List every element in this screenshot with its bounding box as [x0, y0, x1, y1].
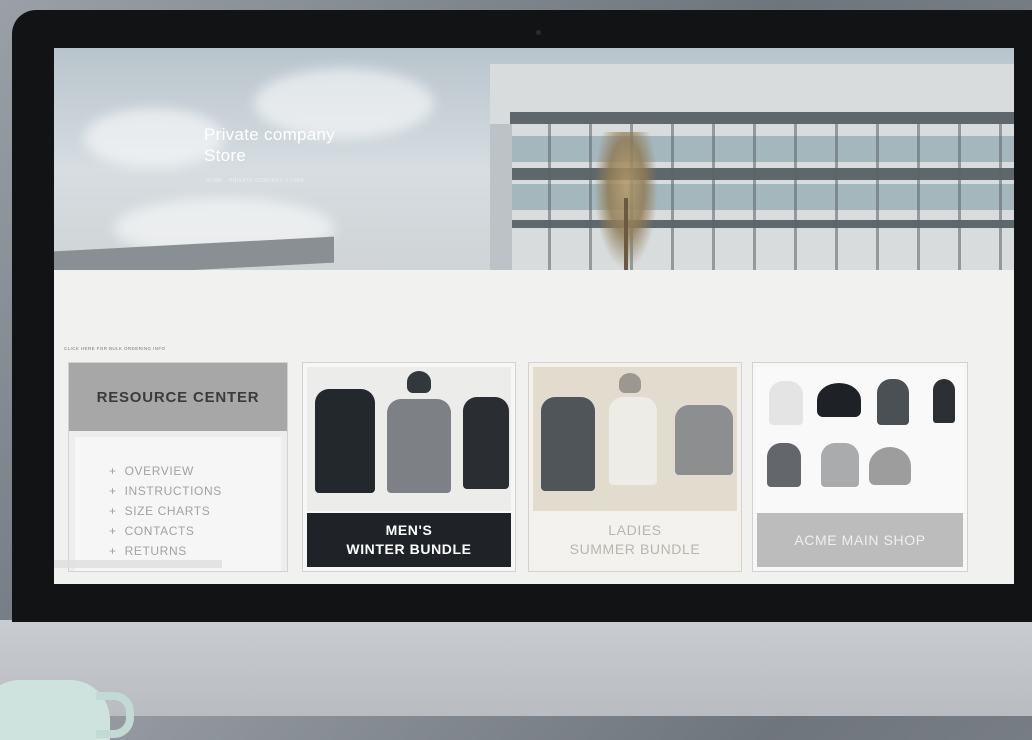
resource-link-returns[interactable]: RETURNS: [109, 541, 281, 561]
hero-title-line2: Store: [204, 146, 247, 165]
resource-center-heading: RESOURCE CENTER: [69, 363, 287, 431]
top-image: [609, 397, 657, 485]
coffee-mug: [0, 680, 110, 740]
hero-banner: Private company Store HOME · PRIVATE COM…: [54, 48, 1014, 270]
main-shop-photo: [757, 367, 963, 513]
tshirt-image: [675, 405, 733, 475]
mens-bundle-caption: MEN'S WINTER BUNDLE: [307, 513, 511, 567]
vest-small-image: [933, 379, 955, 423]
camera-icon: [536, 30, 541, 35]
jacket-small-image: [877, 379, 909, 425]
knit-beanie-image: [869, 447, 911, 485]
resource-link-size-charts[interactable]: SIZE CHARTS: [109, 501, 281, 521]
breadcrumb[interactable]: HOME · PRIVATE COMPANY STORE: [206, 178, 305, 184]
desk-surface: [0, 620, 1032, 716]
resource-link-contacts[interactable]: CONTACTS: [109, 521, 281, 541]
resource-link-instructions[interactable]: INSTRUCTIONS: [109, 481, 281, 501]
resource-center-card: RESOURCE CENTER OVERVIEW INSTRUCTIONS SI…: [68, 362, 288, 572]
crewneck-image: [821, 443, 859, 487]
building-photo: [490, 64, 1014, 270]
building-mullions: [510, 124, 1014, 270]
sweater-image: [387, 399, 451, 493]
tshirt-dark-image: [767, 443, 801, 487]
bulk-ordering-link[interactable]: CLICK HERE FOR BULK ORDERING INFO: [64, 346, 165, 351]
building-pillar: [490, 124, 512, 270]
main-caption-line1: ACME MAIN SHOP: [794, 531, 926, 548]
polo-white-image: [769, 381, 803, 425]
resource-center-list: OVERVIEW INSTRUCTIONS SIZE CHARTS CONTAC…: [75, 437, 281, 571]
jacket-image: [315, 389, 375, 493]
browser-screen: Private company Store HOME · PRIVATE COM…: [54, 48, 1014, 584]
ladies-caption-line1: LADIES: [608, 522, 662, 538]
beanie-image: [407, 371, 431, 393]
cap-image: [619, 373, 641, 393]
mug-handle: [96, 692, 134, 738]
hero-title: Private company Store: [204, 124, 404, 166]
mens-winter-bundle-card[interactable]: MEN'S WINTER BUNDLE: [302, 362, 516, 572]
ladies-bundle-caption: LADIES SUMMER BUNDLE: [533, 513, 737, 567]
hoodie-image: [541, 397, 595, 491]
ladies-summer-bundle-card[interactable]: LADIES SUMMER BUNDLE: [528, 362, 742, 572]
building-band: [510, 112, 1014, 124]
mens-caption-line2: WINTER BUNDLE: [346, 541, 472, 557]
status-bar: [54, 560, 222, 568]
cloud: [84, 108, 224, 168]
hero-title-line1: Private company: [204, 125, 336, 144]
mens-bundle-photo: [307, 367, 511, 511]
mens-caption-line1: MEN'S: [385, 522, 433, 538]
vest-image: [463, 397, 509, 489]
ladies-bundle-photo: [533, 367, 737, 511]
tree-trunk: [624, 198, 628, 270]
resource-link-overview[interactable]: OVERVIEW: [109, 461, 281, 481]
main-shop-caption: ACME MAIN SHOP: [757, 513, 963, 567]
acme-main-shop-card[interactable]: ACME MAIN SHOP: [752, 362, 968, 572]
ladies-caption-line2: SUMMER BUNDLE: [569, 541, 701, 557]
ball-cap-image: [817, 383, 861, 417]
